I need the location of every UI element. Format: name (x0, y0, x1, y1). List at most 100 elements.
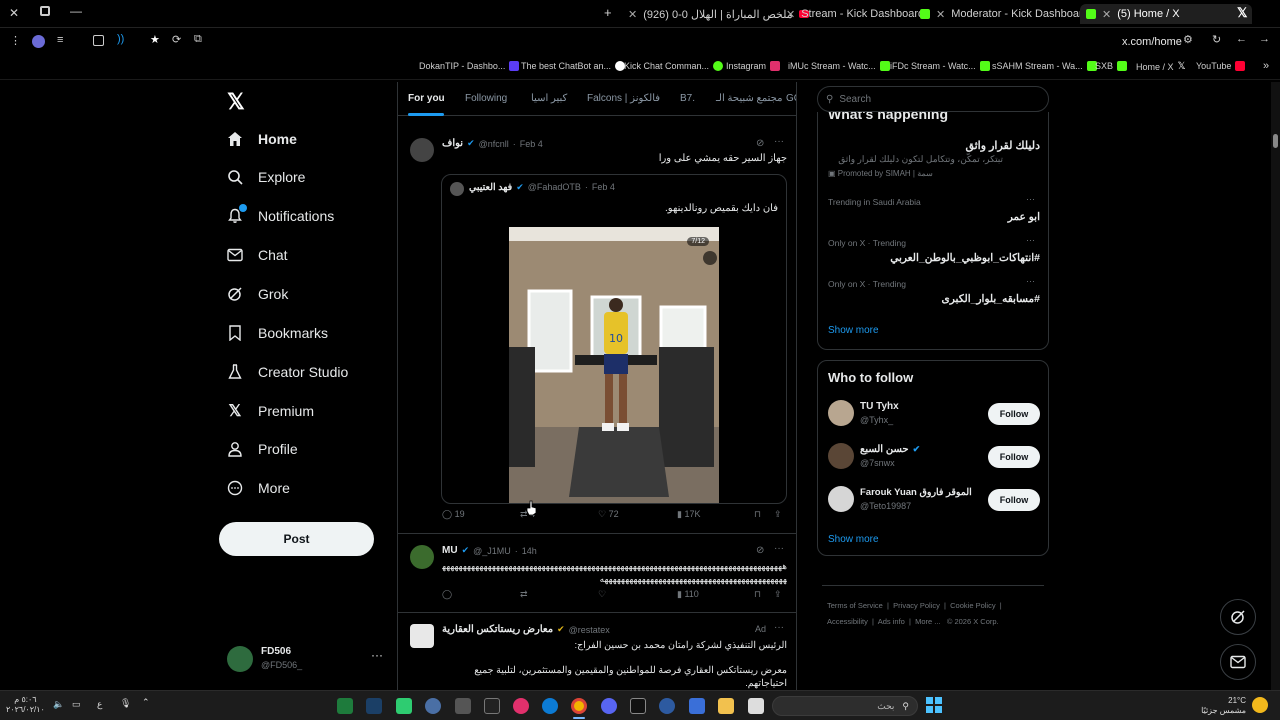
sidebar-item-home[interactable]: Home (226, 124, 297, 154)
share-icon[interactable]: ⧉ (194, 33, 202, 46)
app-icon[interactable] (455, 698, 471, 714)
account-switcher[interactable]: FD506 @FD506_ ··· (227, 644, 387, 676)
more-dots-icon[interactable]: ··· (1026, 194, 1035, 204)
scrollbar-thumb[interactable] (1273, 134, 1278, 148)
post-author-name[interactable]: MU (442, 545, 458, 556)
close-window-icon[interactable]: ✕ (9, 6, 19, 20)
next-media-icon[interactable] (703, 251, 717, 265)
app-icon[interactable] (513, 698, 529, 714)
star-icon[interactable]: ★ (150, 33, 160, 46)
sidebar-item-notifications[interactable]: Notifications (226, 201, 334, 231)
follow-button[interactable]: Follow (988, 446, 1040, 468)
views-button[interactable]: ▮ 17K (677, 509, 700, 520)
more-dots-icon[interactable]: ··· (774, 622, 784, 633)
language-indicator[interactable]: ع (97, 699, 102, 710)
share-button[interactable]: ⇪ (774, 509, 782, 520)
sidebar-item-grok[interactable]: Grok (226, 279, 288, 309)
more-dots-icon[interactable]: ··· (1026, 276, 1035, 286)
close-tab-icon[interactable]: ✕ (1102, 8, 1111, 21)
post-author-name[interactable]: نواف (442, 138, 463, 149)
footer-link[interactable]: Accessibility (827, 617, 868, 626)
network-icon[interactable]: ▭ (72, 699, 81, 710)
post-button[interactable]: Post (219, 522, 374, 556)
post-time[interactable]: 14h (522, 546, 537, 556)
promoted-post[interactable]: معارض ريستاتكس العقارية ✔ @restatex Ad ·… (398, 614, 796, 690)
post-handle[interactable]: @nfcnll (479, 139, 509, 149)
discord-icon[interactable] (601, 698, 617, 714)
close-tab-icon[interactable]: ✕ (936, 8, 945, 21)
x-logo-icon[interactable]: 𝕏 (227, 89, 245, 115)
follow-suggestion[interactable]: Farouk Yuan الموقر فاروق @Teto19987 Foll… (818, 484, 1050, 520)
trend-item[interactable]: Only on X · Trending ··· #مسابقه_بلوار_ا… (818, 276, 1048, 314)
footer-link[interactable]: More ... (915, 617, 940, 626)
bookmark-item[interactable]: iMUc Stream - Watc... (788, 61, 890, 71)
post[interactable]: MU ✔ @_J1MU · 14h ⊘ ··· هههههههههههههههه… (398, 535, 796, 613)
bookmark-item[interactable]: iFDc Stream - Watc... (890, 61, 990, 71)
app-icon[interactable] (337, 698, 353, 714)
bookmark-button[interactable]: ⊓ (754, 589, 761, 600)
reload-icon[interactable]: ↻ (1212, 33, 1221, 46)
steam-icon[interactable] (366, 698, 382, 714)
profile-icon[interactable] (32, 35, 45, 48)
split-icon[interactable] (93, 35, 104, 46)
volume-icon[interactable]: 🔈 (53, 699, 64, 710)
show-more-link[interactable]: Show more (828, 534, 879, 545)
post-author-name[interactable]: معارض ريستاتكس العقارية (442, 624, 553, 635)
tab-list[interactable]: B7. (680, 93, 695, 104)
bookmark-item[interactable]: sSAHM Stream - Wa... (992, 61, 1097, 71)
more-dots-icon[interactable]: ··· (774, 136, 784, 147)
sidebar-item-premium[interactable]: 𝕏 Premium (226, 396, 314, 426)
weather-widget[interactable]: 21°C مشمس جزئيًا (1200, 696, 1246, 716)
tab-youtube[interactable]: ✕ (926) ملخص المباراة | الهلال 0-0 (628, 4, 809, 24)
trend-item[interactable]: Trending in Saudi Arabia ··· ابو عمر (818, 194, 1048, 232)
repost-button[interactable]: ⇄ (520, 589, 528, 600)
grok-icon[interactable]: ⊘ (756, 138, 764, 149)
edge-icon[interactable] (542, 698, 558, 714)
quoted-post[interactable]: فهد العتيبي ✔ @FahadOTB · Feb 4 فان دايك… (441, 174, 787, 504)
audio-icon[interactable]: )) (117, 33, 124, 45)
bookmark-item[interactable]: YouTube (1196, 61, 1246, 71)
bookmark-button[interactable]: ⊓ (754, 509, 761, 520)
tab-kick-moderator[interactable]: ✕ Moderator - Kick Dashboard (920, 4, 1089, 24)
epic-games-icon[interactable] (484, 698, 500, 714)
tab-list[interactable]: GO (786, 93, 796, 104)
page-scrollbar[interactable] (1271, 82, 1280, 690)
sidebar-item-chat[interactable]: Chat (226, 240, 288, 270)
post-time[interactable]: Feb 4 (520, 139, 543, 149)
tab-search-icon[interactable]: ≡ (57, 34, 63, 46)
app-icon[interactable] (748, 698, 764, 714)
footer-link[interactable]: Privacy Policy (893, 601, 940, 610)
bookmark-item[interactable]: DokanTIP - Dashbo... (419, 61, 520, 71)
bookmark-item[interactable]: Kick Chat Comman... (624, 61, 724, 71)
bookmark-item[interactable]: The best ChatBot an... (521, 61, 626, 71)
close-tab-icon[interactable]: ✕ (628, 8, 637, 21)
tab-list[interactable]: كبير اسيا (531, 93, 567, 104)
bookmark-item[interactable]: Instagram (726, 61, 781, 71)
bookmark-item[interactable]: SXB (1095, 61, 1128, 71)
messages-float-button[interactable] (1220, 644, 1256, 680)
taskbar-search[interactable]: بحث ⚲ (772, 696, 918, 716)
menu-dots-icon[interactable]: ⋮ (10, 34, 21, 47)
forward-icon[interactable]: → (1259, 33, 1270, 45)
settings-icon[interactable] (425, 698, 441, 714)
window-icon[interactable] (40, 6, 50, 16)
follow-suggestion[interactable]: حسن السبع ✔ @7snwx Follow (818, 441, 1050, 477)
chrome-icon[interactable] (571, 698, 587, 714)
chevron-up-icon[interactable]: ⌃ (142, 697, 150, 708)
search-input[interactable]: ⚲ Search (817, 86, 1049, 112)
tab-kick-stream[interactable]: ✕ Stream - Kick Dashboard (786, 4, 924, 24)
back-icon[interactable]: ← (1236, 33, 1247, 45)
like-button[interactable]: ♡ (598, 589, 606, 600)
minimize-icon[interactable]: — (70, 4, 82, 18)
folder-icon[interactable] (718, 698, 734, 714)
sidebar-item-creator-studio[interactable]: Creator Studio (226, 357, 348, 387)
trend-item[interactable]: Only on X · Trending ··· #انتهاكات_ابوظب… (818, 235, 1048, 273)
grok-float-button[interactable] (1220, 599, 1256, 635)
post-handle[interactable]: @_J1MU (473, 546, 511, 556)
post-media-video[interactable]: 10 7/12 (509, 227, 719, 503)
new-tab-icon[interactable]: + (604, 5, 612, 20)
footer-link[interactable]: Ads info (878, 617, 905, 626)
post[interactable]: نواف ✔ @nfcnll · Feb 4 ⊘ ··· جهاز السير … (398, 128, 796, 534)
follow-button[interactable]: Follow (988, 489, 1040, 511)
sidebar-item-more[interactable]: More (226, 473, 290, 503)
